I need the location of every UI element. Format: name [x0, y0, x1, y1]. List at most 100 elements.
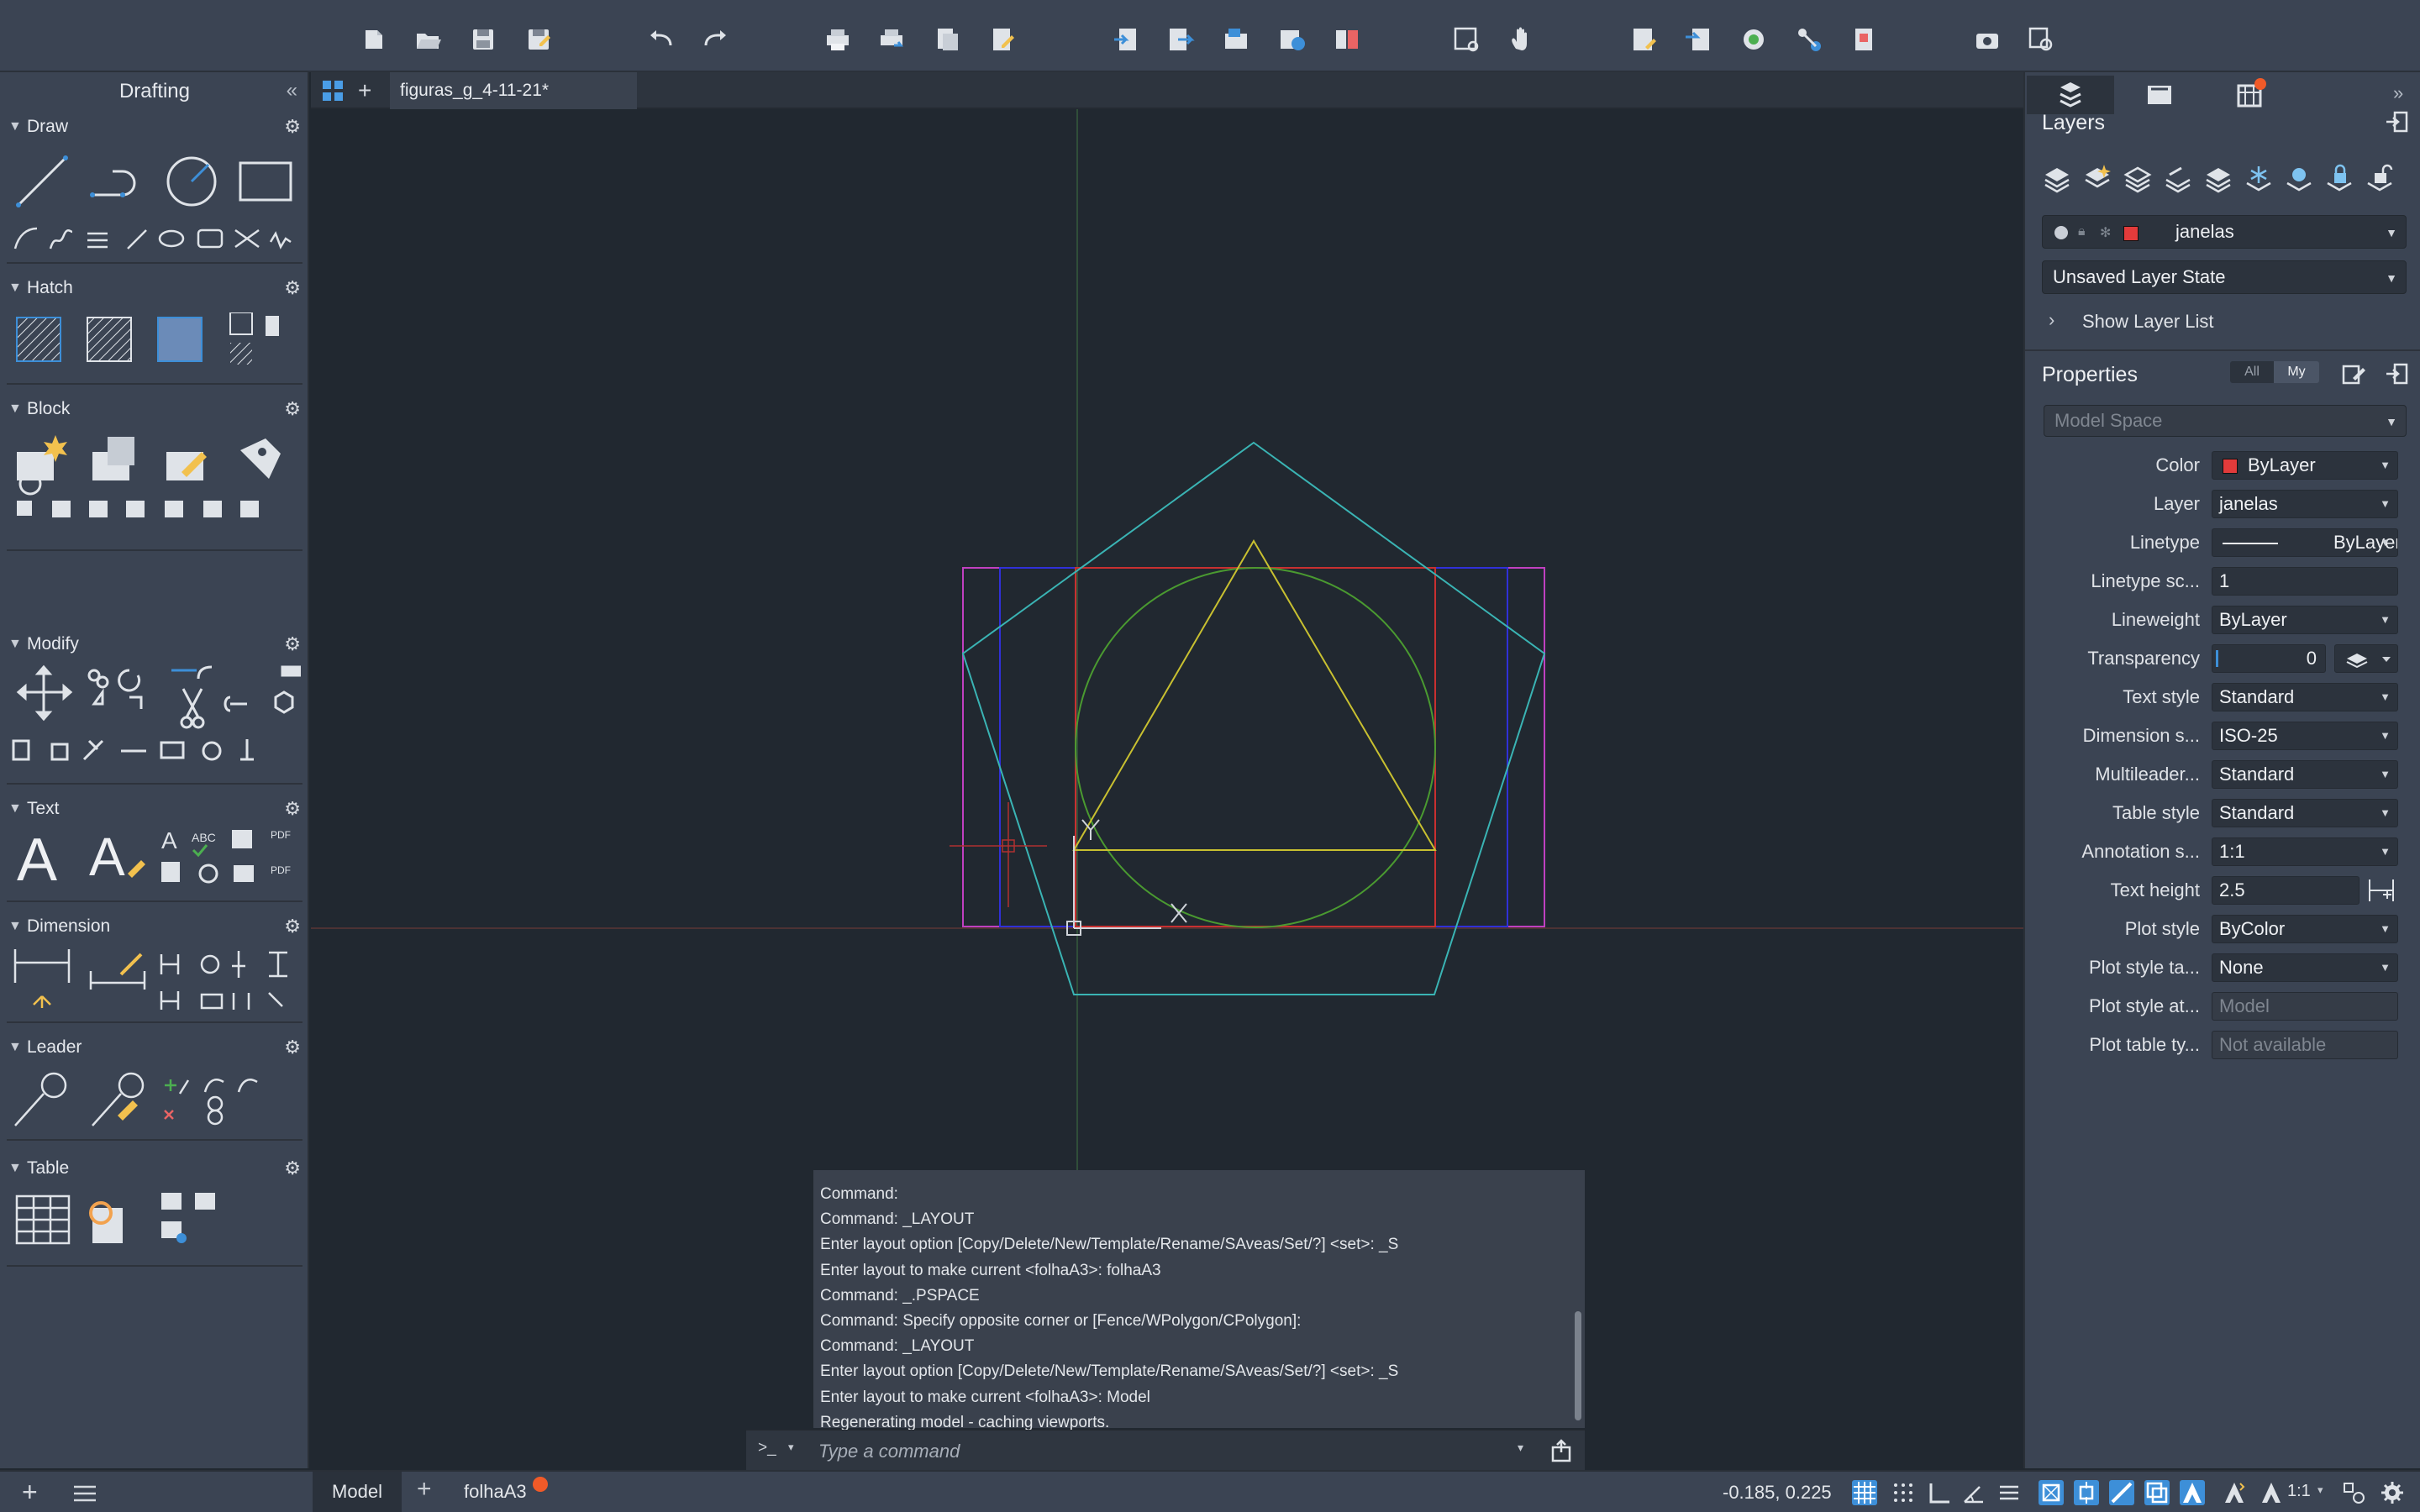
new-layer-icon[interactable]: [2082, 163, 2112, 193]
command-prompt-button[interactable]: >_: [758, 1439, 776, 1457]
prop-linetype-scale-input[interactable]: 1: [2212, 567, 2398, 596]
prop-layer-select[interactable]: janelas ▼: [2212, 490, 2398, 518]
transparency-mode-select[interactable]: [2334, 644, 2398, 673]
auto-scale-icon[interactable]: [2222, 1480, 2247, 1505]
grid-icon[interactable]: [1852, 1480, 1877, 1505]
tab-properties-inspector[interactable]: [2027, 76, 2114, 114]
open-file-icon[interactable]: [412, 24, 444, 55]
new-tab-button[interactable]: +: [358, 77, 371, 104]
ortho-icon[interactable]: [1926, 1480, 1951, 1505]
rectangle-tool[interactable]: [235, 153, 296, 210]
layer-unlock-icon[interactable]: [2365, 163, 2395, 193]
gear-icon[interactable]: ⚙: [284, 912, 301, 941]
gear-icon[interactable]: ⚙: [284, 1033, 301, 1062]
tab-model[interactable]: Model: [313, 1472, 402, 1512]
prop-dimension-style-select[interactable]: ISO-25 ▼: [2212, 722, 2398, 750]
share-icon[interactable]: [1549, 1439, 1573, 1462]
section-block[interactable]: ▼ Block ⚙: [0, 395, 309, 423]
xref-icon[interactable]: [1738, 24, 1770, 55]
prop-multileader-style-select[interactable]: Standard ▼: [2212, 760, 2398, 789]
text-tools[interactable]: A A A ABC PDF PDF: [13, 825, 299, 894]
lock-icon[interactable]: 🔒︎: [2078, 224, 2086, 239]
batch-plot-icon[interactable]: [876, 24, 908, 55]
circle-tool[interactable]: [163, 153, 220, 210]
gear-icon[interactable]: ⚙: [284, 395, 301, 423]
workspace-icon[interactable]: [2341, 1480, 2366, 1505]
sun-icon[interactable]: ✻: [2100, 224, 2111, 241]
compare-icon[interactable]: [1331, 24, 1363, 55]
filter-all-button[interactable]: All: [2230, 361, 2274, 383]
collapse-palette-button[interactable]: «: [287, 79, 297, 102]
open-properties-icon[interactable]: [2385, 361, 2410, 386]
gear-icon[interactable]: ⚙: [284, 630, 301, 659]
tab-blocks[interactable]: [2116, 76, 2203, 114]
command-scrollbar[interactable]: [1575, 1311, 1581, 1420]
prop-plot-style-select[interactable]: ByColor ▼: [2212, 915, 2398, 943]
object-snap-icon[interactable]: [2039, 1480, 2064, 1505]
insert-icon[interactable]: [1849, 24, 1881, 55]
polar-tracking-icon[interactable]: [1961, 1480, 1986, 1505]
document-tab[interactable]: figuras_g_4-11-21*: [390, 72, 637, 109]
gear-icon[interactable]: [2380, 1480, 2405, 1505]
dimension-tools[interactable]: [12, 946, 301, 1013]
prop-lineweight-select[interactable]: ByLayer ▼: [2212, 606, 2398, 634]
layer-freeze-icon[interactable]: [2244, 163, 2274, 193]
layer-properties-icon[interactable]: [2042, 163, 2072, 193]
layer-match-icon[interactable]: [2123, 163, 2153, 193]
draw-small-tools[interactable]: [10, 223, 296, 254]
add-layout-button[interactable]: +: [22, 1477, 38, 1508]
leader-tools[interactable]: [12, 1068, 264, 1129]
grid-view-icon[interactable]: [321, 79, 345, 102]
new-file-icon[interactable]: [358, 24, 390, 55]
section-draw[interactable]: ▼ Draw ⚙: [0, 113, 309, 141]
filter-my-button[interactable]: My: [2274, 361, 2319, 383]
import-icon[interactable]: [1111, 24, 1143, 55]
layout-list-icon[interactable]: [72, 1483, 97, 1504]
plot-icon[interactable]: [822, 24, 854, 55]
annotation-scale-icon[interactable]: [2259, 1480, 2284, 1505]
show-layer-list-link[interactable]: Show Layer List: [2082, 311, 2214, 333]
chevron-right-icon[interactable]: ›: [2049, 309, 2054, 331]
command-input[interactable]: [818, 1437, 1407, 1466]
prop-text-height-input[interactable]: 2.5: [2212, 876, 2360, 905]
plot-preview-icon[interactable]: [931, 24, 963, 55]
attach-icon[interactable]: [1793, 24, 1825, 55]
zoom-window-icon[interactable]: [1450, 24, 1482, 55]
tab-folhaa3[interactable]: folhaA3: [464, 1472, 527, 1512]
section-dimension[interactable]: ▼ Dimension ⚙: [0, 912, 309, 941]
annotation-visibility-icon[interactable]: [2180, 1480, 2205, 1505]
redo-icon[interactable]: [699, 24, 731, 55]
layer-isolate-icon[interactable]: [2203, 163, 2233, 193]
chevron-down-icon[interactable]: ▾: [2317, 1483, 2323, 1497]
layer-properties-icon[interactable]: [1628, 24, 1660, 55]
prop-table-style-select[interactable]: Standard ▼: [2212, 799, 2398, 827]
gear-icon[interactable]: ⚙: [284, 274, 301, 302]
gear-icon[interactable]: ⚙: [284, 113, 301, 141]
page-setup-icon[interactable]: [986, 24, 1018, 55]
match-layer-icon[interactable]: [1682, 24, 1714, 55]
prop-color-select[interactable]: ByLayer ▼: [2212, 451, 2398, 480]
object-snap-tracking-icon[interactable]: [2074, 1480, 2099, 1505]
find-icon[interactable]: [2025, 24, 2057, 55]
chevron-down-icon[interactable]: ▾: [1518, 1441, 1523, 1455]
hatch-tools[interactable]: [13, 312, 282, 368]
table-tools[interactable]: [13, 1188, 232, 1255]
lineweight-icon[interactable]: [2109, 1480, 2134, 1505]
section-modify[interactable]: ▼ Modify ⚙: [0, 630, 309, 659]
publish-icon[interactable]: [1220, 24, 1252, 55]
section-hatch[interactable]: ▼ Hatch ⚙: [0, 274, 309, 302]
section-table[interactable]: ▼ Table ⚙: [0, 1154, 309, 1183]
transparency-icon[interactable]: [2144, 1480, 2170, 1505]
bulb-icon[interactable]: [2054, 226, 2068, 239]
layer-dropdown[interactable]: 🔒︎ ✻ janelas ▼: [2042, 215, 2407, 249]
gear-icon[interactable]: ⚙: [284, 1154, 301, 1183]
line-tool[interactable]: [13, 153, 71, 210]
camera-icon[interactable]: [1971, 24, 2003, 55]
annotation-scale-value[interactable]: 1:1: [2287, 1482, 2311, 1501]
layer-previous-icon[interactable]: [2163, 163, 2193, 193]
prop-linetype-select[interactable]: ByLayer ▼: [2212, 528, 2398, 557]
expand-panel-button[interactable]: »: [2393, 82, 2403, 104]
undo-icon[interactable]: [645, 24, 677, 55]
save-icon[interactable]: [467, 24, 499, 55]
section-text[interactable]: ▼ Text ⚙: [0, 795, 309, 823]
